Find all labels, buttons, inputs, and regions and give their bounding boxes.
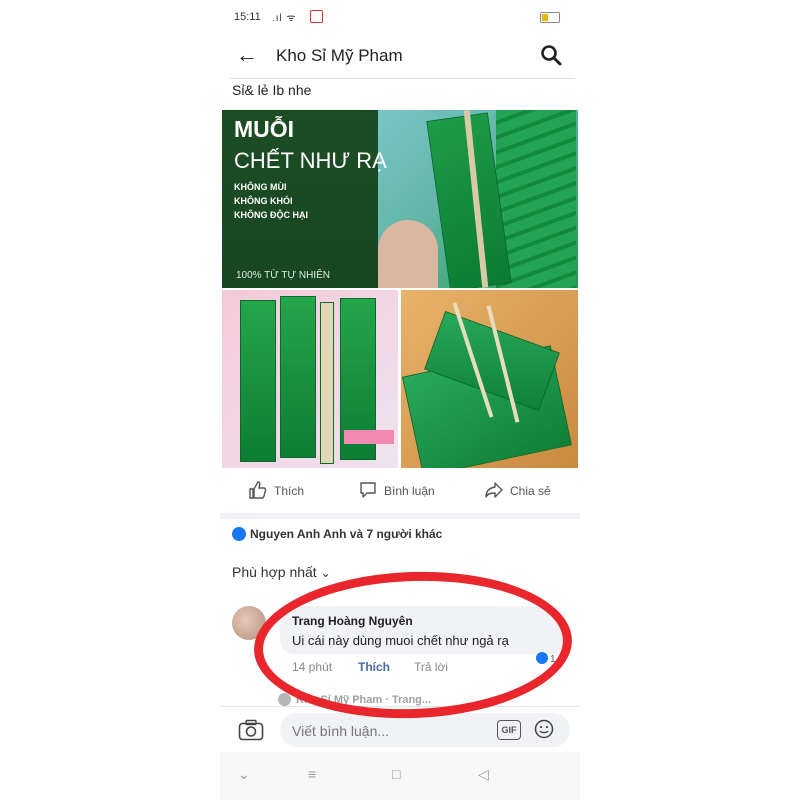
promo-feature: KHÔNG MÙI <box>234 182 287 192</box>
app-header: ← Kho Sỉ Mỹ Pham <box>220 38 580 74</box>
menu-icon[interactable]: ≡ <box>308 766 316 782</box>
product-photo <box>378 110 578 288</box>
incense-bundle <box>320 302 334 464</box>
reaction-text: Nguyen Anh Anh và 7 người khác <box>250 527 443 541</box>
comment-input[interactable] <box>290 719 484 743</box>
thumbs-up-icon <box>249 481 267 499</box>
search-icon[interactable] <box>540 44 562 66</box>
back-arrow-icon[interactable]: ← <box>236 44 258 66</box>
gif-button[interactable]: GIF <box>497 720 521 740</box>
section-divider <box>220 513 580 519</box>
post-text: Sỉ& lẻ Ib nhe <box>232 82 312 98</box>
like-reaction-icon <box>232 527 246 541</box>
comment-icon <box>360 482 376 498</box>
product-pack <box>280 296 316 458</box>
shop-watermark <box>344 430 394 444</box>
post-image-left[interactable] <box>222 290 398 468</box>
chevron-down-icon[interactable]: ⌄ <box>238 766 250 783</box>
promo-feature: KHÔNG ĐỘC HẠI <box>234 210 308 220</box>
comment-label: Bình luận <box>384 484 435 498</box>
notification-icon <box>310 10 323 23</box>
chevron-down-icon: ⌄ <box>320 566 331 580</box>
home-icon[interactable]: □ <box>392 766 400 782</box>
sort-label: Phù hợp nhất <box>232 564 317 580</box>
emoji-icon[interactable] <box>534 719 554 739</box>
promo-line1: MUỖI <box>234 116 295 142</box>
system-nav-bar: ⌄ ≡ □ ◁ <box>220 752 580 800</box>
comment-field: GIF <box>280 713 570 747</box>
page-title: Kho Sỉ Mỹ Pham <box>276 46 403 65</box>
post-image-right[interactable] <box>401 290 578 468</box>
promo-line2: CHẾT NHƯ RẠ <box>234 148 387 173</box>
header-divider <box>230 78 575 79</box>
post-image-main[interactable]: MUỖI CHẾT NHƯ RẠ KHÔNG MÙI KHÔNG KHÓI KH… <box>222 110 578 288</box>
promo-natural: 100% TỪ TỰ NHIÊN <box>236 270 330 281</box>
post-actions: Thích Bình luận Chia sẻ <box>220 476 580 506</box>
sort-dropdown[interactable]: Phù hợp nhất ⌄ <box>232 564 331 580</box>
promo-feature: KHÔNG KHÓI <box>234 196 293 206</box>
hand <box>378 220 438 288</box>
reaction-summary[interactable]: Nguyen Anh Anh và 7 người khác <box>232 527 442 541</box>
camera-icon[interactable] <box>238 719 264 741</box>
battery-icon <box>540 12 560 23</box>
status-time: 15:11 <box>234 11 261 23</box>
avatar <box>278 693 291 706</box>
like-label: Thích <box>274 484 305 498</box>
back-icon[interactable]: ◁ <box>478 766 489 783</box>
share-label: Chia sẻ <box>510 484 551 498</box>
status-bar: 15:11 .ıl ᯤ <box>220 6 580 28</box>
signal-icon: .ıl ᯤ <box>272 13 297 24</box>
product-pack <box>240 300 276 462</box>
share-icon <box>485 482 503 498</box>
